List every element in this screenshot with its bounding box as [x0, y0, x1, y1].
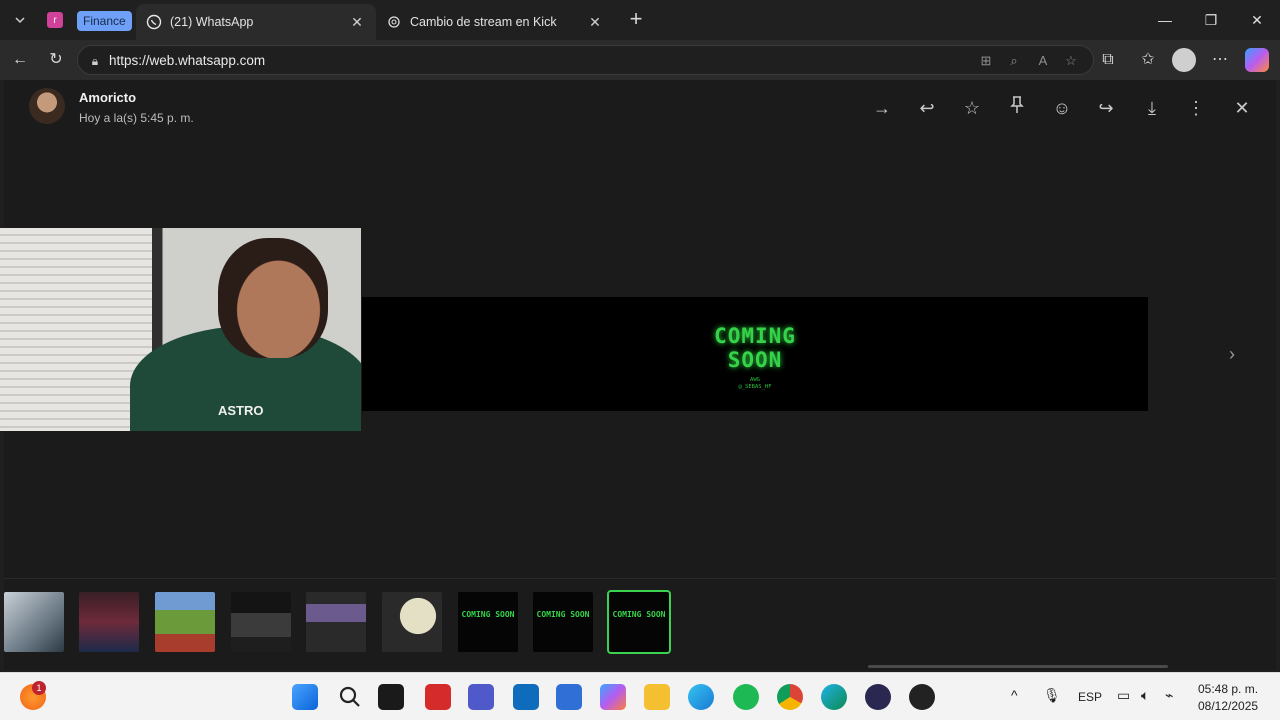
chevron-down-icon — [15, 17, 25, 24]
zoom-icon[interactable]: ⌕ — [1004, 51, 1024, 71]
reply-icon[interactable]: ↩ — [915, 96, 939, 120]
tab-group-label[interactable]: Finance — [77, 11, 132, 31]
tab-whatsapp[interactable]: (21) WhatsApp ✕ — [136, 4, 376, 40]
minimize-button[interactable]: — — [1150, 8, 1180, 32]
sender-name[interactable]: Amoricto — [79, 90, 136, 105]
address-bar[interactable]: 🔒︎ https://web.whatsapp.com ⊞ ⌕ A ☆ — [77, 45, 1094, 75]
wps-office-icon[interactable] — [425, 684, 451, 710]
webcam-overlay: ASTRO — [0, 228, 361, 431]
input-language[interactable]: ESP — [1078, 690, 1102, 704]
thumbnail[interactable]: COMING SOON — [458, 592, 518, 652]
app-icon[interactable] — [865, 684, 891, 710]
clock-date[interactable]: 08/12/2025 — [1198, 699, 1258, 713]
notification-badge: 1 — [32, 681, 46, 695]
refresh-icon[interactable]: ↻ — [43, 48, 69, 72]
next-media-chevron-icon[interactable]: › — [1222, 342, 1242, 366]
chrome-icon[interactable] — [777, 684, 803, 710]
thumbnail[interactable] — [4, 592, 64, 652]
new-tab-button[interactable]: + — [624, 8, 648, 32]
media-viewer: Amoricto Hoy a la(s) 5:45 p. m. → ↩ ☆ ☺ … — [0, 80, 1276, 670]
download-icon[interactable]: ⤓ — [1140, 96, 1164, 120]
site-info-icon[interactable]: 🔒︎ — [86, 52, 104, 70]
go-to-message-icon[interactable]: → — [870, 96, 894, 120]
shirt-text: ASTRO — [218, 403, 264, 418]
thumbnail[interactable] — [79, 592, 139, 652]
back-arrow-icon[interactable]: ← — [7, 48, 33, 72]
close-tab-icon[interactable]: ✕ — [348, 14, 366, 31]
message-timestamp: Hoy a la(s) 5:45 p. m. — [79, 111, 194, 125]
app-available-icon[interactable]: ⊞ — [976, 51, 996, 71]
microsoft-store-icon[interactable] — [556, 684, 582, 710]
microphone-icon[interactable]: 🎙︎ — [1043, 687, 1061, 704]
edge-dev-icon[interactable] — [688, 684, 714, 710]
thumbnail[interactable] — [382, 592, 442, 652]
forward-icon[interactable]: ↪ — [1094, 96, 1118, 120]
whatsapp-icon — [146, 14, 162, 30]
task-view-icon[interactable] — [378, 684, 404, 710]
thumbnail-strip: COMING SOON COMING SOON COMING SOON — [4, 578, 1276, 670]
spotify-icon[interactable] — [733, 684, 759, 710]
media-subtitle: AWG — [750, 377, 760, 383]
media-viewer-header: Amoricto Hoy a la(s) 5:45 p. m. → ↩ ☆ ☺ … — [4, 80, 1276, 136]
media-image[interactable]: COMING SOON AWG @_SEBAS_HF — [362, 297, 1148, 411]
browser-tab-strip: r Finance (21) WhatsApp ✕ Cambio de stre… — [0, 0, 1280, 40]
react-emoji-icon[interactable]: ☺ — [1050, 96, 1074, 120]
thumbnail[interactable]: COMING SOON — [533, 592, 593, 652]
openai-icon — [386, 14, 402, 30]
network-icon[interactable]: ▭ — [1117, 687, 1130, 704]
thumbnail-selected[interactable]: COMING SOON — [607, 590, 671, 654]
more-options-icon[interactable]: ⋯ — [1207, 48, 1233, 72]
copilot-icon[interactable] — [600, 684, 626, 710]
start-windows-icon[interactable] — [292, 684, 318, 710]
star-icon[interactable]: ☆ — [960, 96, 984, 120]
file-explorer-icon[interactable] — [644, 684, 670, 710]
media-title-line-1: COMING — [714, 324, 796, 348]
thumbnail-caption: COMING SOON — [612, 610, 666, 619]
avatar[interactable] — [29, 88, 65, 124]
clock-time[interactable]: 05:48 p. m. — [1198, 682, 1258, 696]
tab-title: (21) WhatsApp — [170, 15, 254, 29]
menu-dots-icon[interactable]: ⋮ — [1184, 96, 1208, 120]
window-close-button[interactable]: ✕ — [1242, 8, 1272, 32]
read-aloud-icon[interactable]: A — [1033, 51, 1053, 71]
media-title-line-2: SOON — [727, 348, 783, 372]
media-title: COMING SOON — [362, 324, 1148, 372]
show-hidden-icons-chevron-icon[interactable]: ^ — [1011, 687, 1018, 703]
thumbnail[interactable] — [155, 592, 215, 652]
windows-taskbar: 1 ^ 🎙︎ ESP ▭ 🔈︎ ⌁ 05:48 p. m. 08/12/2025 — [0, 672, 1280, 720]
tab-kick[interactable]: Cambio de stream en Kick ✕ — [376, 4, 614, 40]
outlook-icon[interactable] — [513, 684, 539, 710]
extensions-icon[interactable]: ⧉ — [1095, 48, 1121, 72]
media-handle: @_SEBAS_HF — [738, 384, 772, 390]
search-icon[interactable] — [337, 684, 363, 710]
tab-actions-menu[interactable] — [8, 8, 32, 32]
browser-toolbar: ← ↻ 🔒︎ https://web.whatsapp.com ⊞ ⌕ A ☆ … — [0, 40, 1280, 80]
thumbnail[interactable] — [306, 592, 366, 652]
tab-title: Cambio de stream en Kick — [410, 15, 557, 29]
person-head — [218, 238, 328, 358]
thumbnail[interactable] — [231, 592, 291, 652]
thumbnail-caption: COMING SOON — [461, 610, 515, 619]
url-text[interactable]: https://web.whatsapp.com — [109, 53, 265, 68]
close-tab-icon[interactable]: ✕ — [586, 14, 604, 31]
volume-icon[interactable]: 🔈︎ — [1141, 687, 1149, 704]
pin-icon[interactable] — [1005, 96, 1029, 120]
favorites-icon[interactable]: ✩ — [1135, 48, 1161, 72]
thumbnail-caption: COMING SOON — [536, 610, 590, 619]
close-viewer-icon[interactable]: ✕ — [1230, 96, 1254, 120]
obs-icon[interactable] — [909, 684, 935, 710]
favorite-star-icon[interactable]: ☆ — [1061, 51, 1081, 71]
edge-icon[interactable] — [821, 684, 847, 710]
battery-icon[interactable]: ⌁ — [1165, 687, 1173, 704]
tab-group-dot[interactable]: r — [47, 12, 63, 28]
profile-avatar-icon[interactable] — [1172, 48, 1196, 72]
teams-icon[interactable] — [468, 684, 494, 710]
restore-button[interactable]: ❐ — [1196, 8, 1226, 32]
horizontal-scrollbar[interactable] — [868, 665, 1168, 668]
copilot-icon[interactable] — [1245, 48, 1269, 72]
